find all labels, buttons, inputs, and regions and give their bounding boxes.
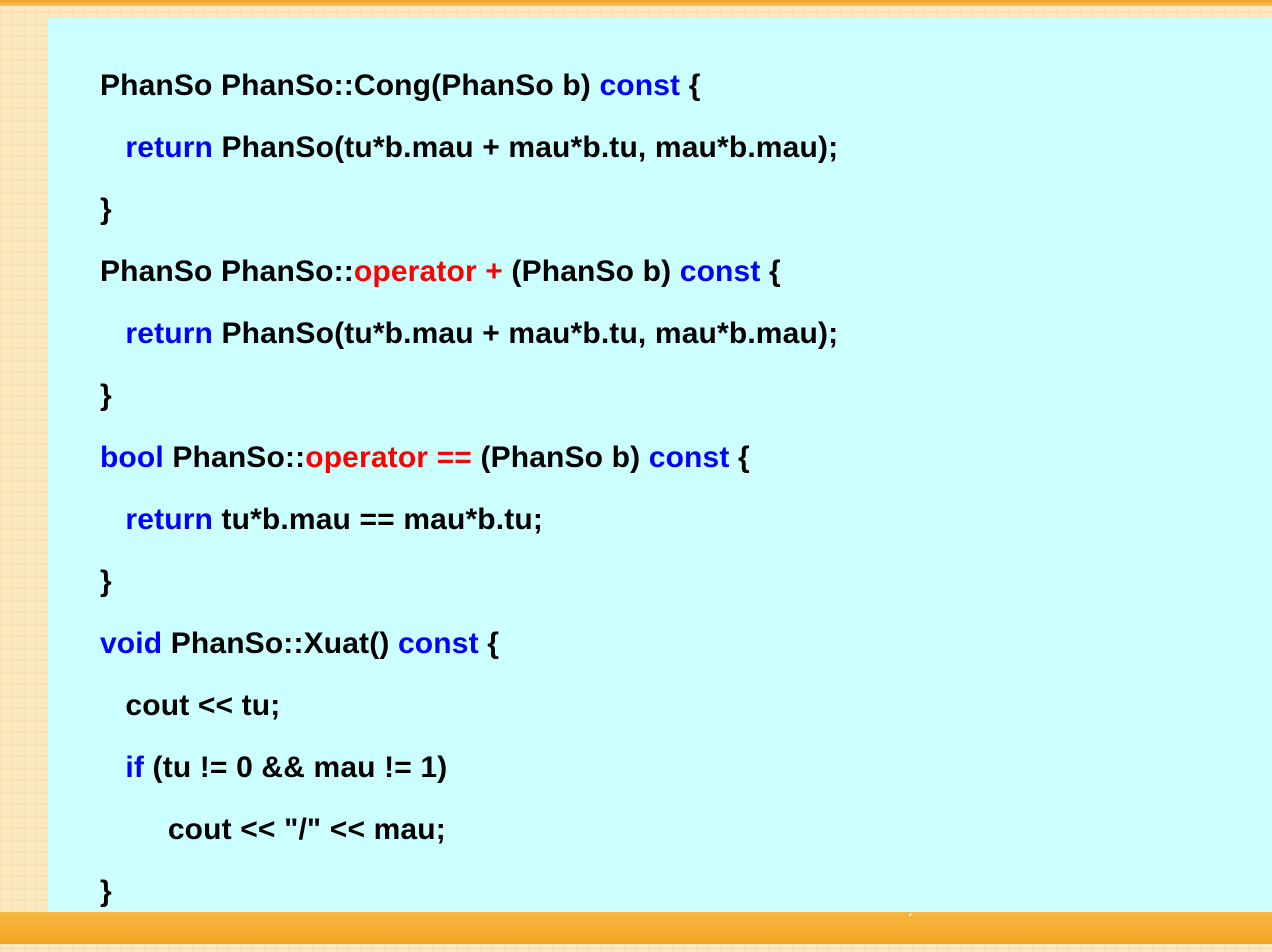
code-line-3: }	[66, 150, 112, 226]
code-token: PhanSo(tu*b.mau + mau*b.tu, mau*b.mau);	[213, 317, 839, 350]
code-token: const	[648, 441, 730, 474]
code-line-14: }	[66, 832, 112, 908]
code-line-13: cout << "/" << mau;	[66, 770, 446, 846]
code-line-10: void PhanSo::Xuat() const {	[66, 584, 499, 660]
code-token: cout << "/" << mau;	[99, 813, 446, 846]
code-block: PhanSo PhanSo::Cong(PhanSo b) const { re…	[48, 18, 1272, 912]
code-line-11: cout << tu;	[66, 646, 280, 722]
code-token: PhanSo(tu*b.mau + mau*b.tu, mau*b.mau);	[213, 131, 839, 164]
top-accent-bar	[0, 0, 1272, 6]
bottom-accent-mark: ´	[908, 911, 913, 927]
code-line-5: return PhanSo(tu*b.mau + mau*b.tu, mau*b…	[66, 274, 838, 350]
code-line-9: }	[66, 522, 112, 598]
code-line-1: PhanSo PhanSo::Cong(PhanSo b) const {	[66, 26, 701, 102]
bottom-accent-bar	[0, 912, 1272, 944]
code-line-6: }	[66, 336, 112, 412]
code-token: {	[729, 441, 750, 474]
code-token: }	[99, 875, 112, 908]
code-line-2: return PhanSo(tu*b.mau + mau*b.tu, mau*b…	[66, 88, 838, 164]
code-token: return	[125, 503, 213, 536]
code-line-7: bool PhanSo::operator == (PhanSo b) cons…	[66, 398, 750, 474]
code-line-4: PhanSo PhanSo::operator + (PhanSo b) con…	[66, 212, 781, 288]
code-token: {	[478, 627, 500, 660]
code-token: return	[125, 317, 213, 350]
code-token: tu*b.mau == mau*b.tu;	[213, 503, 544, 536]
code-token: return	[125, 131, 213, 164]
slide: { "colors": { "normal": "#000000", "keyw…	[0, 0, 1272, 944]
code-token: const	[397, 627, 479, 660]
code-line-12: if (tu != 0 && mau != 1)	[66, 708, 447, 784]
code-line-8: return tu*b.mau == mau*b.tu;	[66, 460, 543, 536]
